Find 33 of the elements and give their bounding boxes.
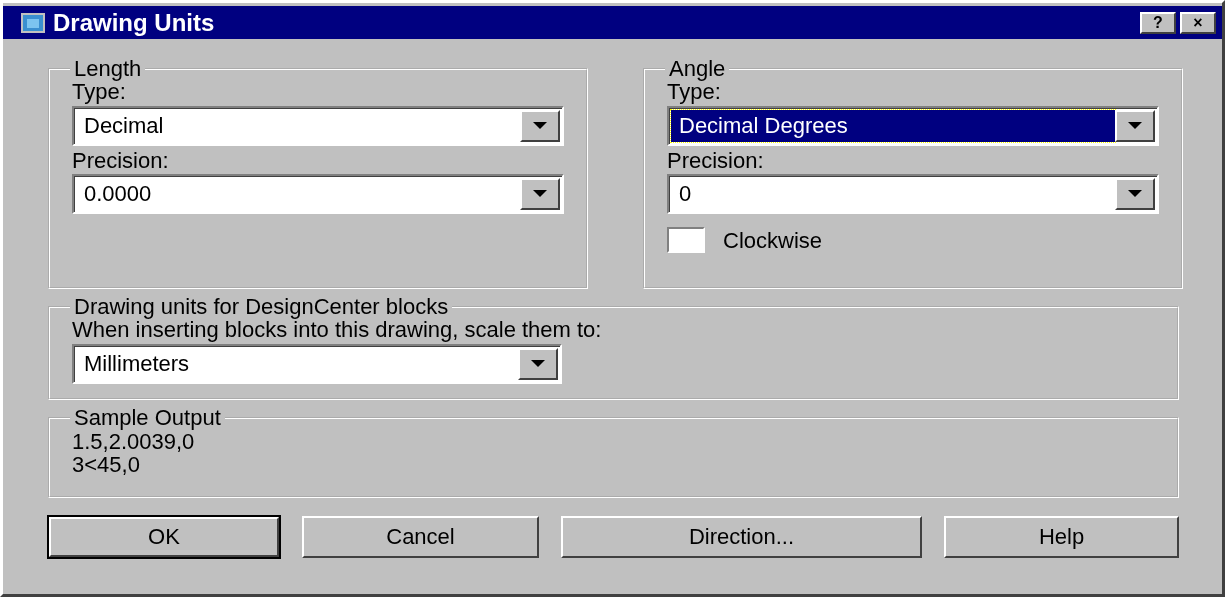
dialog-button[interactable]: OK [48, 515, 280, 558]
down-arrow-icon [533, 121, 547, 130]
dropdown[interactable]: Decimal Degrees [667, 105, 1159, 146]
title-bar-button[interactable]: ? [1140, 11, 1176, 34]
group-title: Length [73, 57, 143, 82]
down-arrow-icon [533, 189, 547, 198]
field-label: Precision: [72, 147, 170, 174]
dialog-button[interactable]: Cancel [302, 515, 539, 558]
sample-output-line: 1.5,2.0039,0 [72, 429, 195, 453]
field-label: Precision: [667, 147, 765, 174]
dialog-button[interactable]: Direction... [561, 515, 922, 558]
title-bar-button[interactable]: × [1180, 11, 1216, 34]
app-icon [21, 12, 45, 33]
group-title: Drawing units for DesignCenter blocks [73, 295, 450, 320]
dropdown-arrow-button[interactable] [520, 177, 560, 210]
dropdown[interactable]: 0.0000 [72, 173, 564, 214]
dialog-button[interactable]: Help [944, 515, 1179, 558]
dropdown-arrow-button[interactable] [520, 109, 560, 142]
dropdown[interactable]: Millimeters [72, 343, 562, 384]
down-arrow-icon [531, 359, 545, 368]
dropdown-arrow-button[interactable] [1115, 109, 1155, 142]
dropdown-arrow-button[interactable] [1115, 177, 1155, 210]
dropdown-arrow-button[interactable] [518, 347, 558, 380]
group-title: Sample Output [73, 405, 222, 430]
sample-output-line: 3<45,0 [72, 452, 140, 476]
checkbox-label[interactable]: Clockwise [723, 223, 823, 257]
down-arrow-icon [1128, 121, 1142, 130]
dropdown[interactable]: Decimal [72, 105, 564, 146]
dropdown[interactable]: 0 [667, 173, 1159, 214]
down-arrow-icon [1128, 189, 1142, 198]
window-title: Drawing Units [53, 7, 216, 38]
group-title: Angle [668, 57, 727, 82]
checkbox[interactable] [667, 227, 705, 254]
